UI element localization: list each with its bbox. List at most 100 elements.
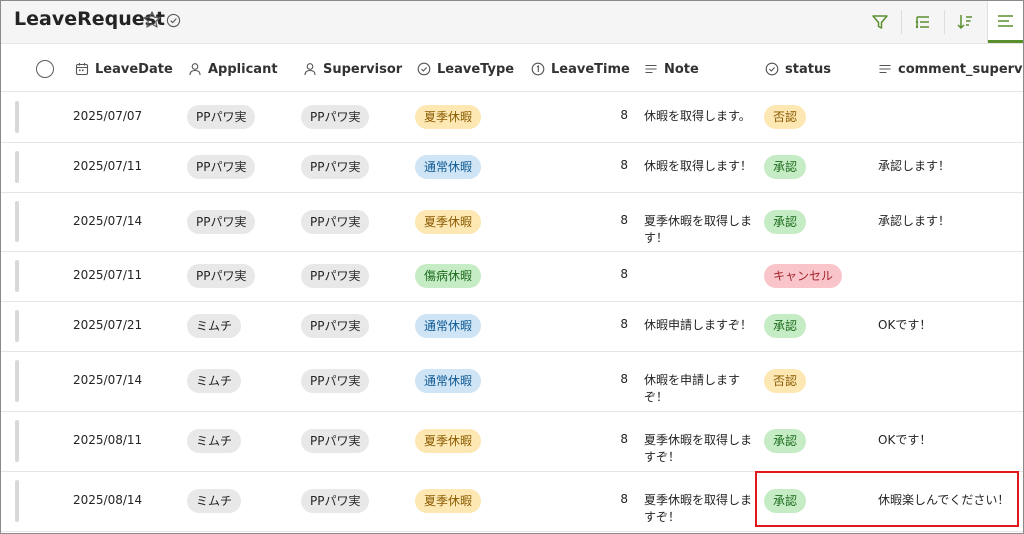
- favorite-star-icon[interactable]: [142, 10, 162, 30]
- leavetype-badge: 通常休暇: [415, 314, 482, 338]
- row-selector[interactable]: [15, 151, 19, 183]
- cell-leavedate: 2025/08/11: [73, 433, 143, 447]
- column-header-comment-supervisor[interactable]: comment_supervisor: [878, 47, 1023, 91]
- supervisor-chip[interactable]: PPパワ実: [301, 210, 370, 234]
- column-label: Applicant: [208, 61, 278, 77]
- applicant-chip[interactable]: PPパワ実: [187, 105, 256, 129]
- cell-note: 休暇を取得します！: [644, 159, 753, 173]
- table-row[interactable]: 2025/07/11 PPパワ実 PPパワ実 通常休暇 8 休暇を取得します！ 承認 承認しま…: [1, 142, 1023, 193]
- toolbar-divider: [944, 10, 945, 34]
- column-label: Note: [664, 61, 699, 77]
- cell-leavedate: 2025/07/07: [73, 109, 143, 123]
- applicant-chip[interactable]: ミムチ: [187, 314, 242, 338]
- status-badge: 承認: [764, 155, 807, 179]
- leavetype-badge: 通常休暇: [415, 369, 482, 393]
- row-selector[interactable]: [15, 310, 19, 342]
- leavetype-badge: 夏季休暇: [415, 105, 482, 129]
- applicant-chip[interactable]: ミムチ: [187, 369, 242, 393]
- column-label: comment_supervisor: [898, 61, 1023, 77]
- filter-button[interactable]: [866, 8, 894, 36]
- toolbar-divider: [901, 10, 902, 34]
- applicant-chip[interactable]: ミムチ: [187, 489, 242, 513]
- supervisor-chip[interactable]: PPパワ実: [301, 105, 370, 129]
- column-header-supervisor[interactable]: Supervisor: [303, 47, 402, 91]
- row-selector[interactable]: [15, 101, 19, 133]
- status-badge: 承認: [764, 429, 807, 453]
- view-list-button[interactable]: [987, 1, 1023, 43]
- leavetype-badge: 夏季休暇: [415, 210, 482, 234]
- supervisor-chip[interactable]: PPパワ実: [301, 429, 370, 453]
- applicant-chip[interactable]: PPパワ実: [187, 155, 256, 179]
- row-selector[interactable]: [15, 360, 19, 402]
- app-frame: LeaveRequest LeaveDate Applicant Supervi…: [0, 0, 1024, 534]
- column-label: status: [785, 61, 831, 77]
- cell-comment-supervisor: OKです！: [878, 318, 932, 332]
- supervisor-chip[interactable]: PPパワ実: [301, 369, 370, 393]
- table-row[interactable]: 2025/07/21 ミムチ PPパワ実 通常休暇 8 休暇申請しますぞ！ 承認 OKです！: [1, 301, 1023, 352]
- cell-leavedate: 2025/08/14: [73, 493, 143, 507]
- cell-note: 夏季休暇を取得しますぞ！: [644, 493, 753, 524]
- status-badge: 否認: [764, 369, 807, 393]
- column-label: Supervisor: [323, 61, 403, 77]
- group-icon: [915, 16, 929, 29]
- text-icon: [645, 64, 657, 74]
- supervisor-chip[interactable]: PPパワ実: [301, 264, 370, 288]
- row-selector[interactable]: [15, 420, 19, 462]
- calendar-icon: [75, 63, 89, 76]
- cell-leavetime: 8: [620, 213, 628, 227]
- cell-leavetime: 8: [620, 158, 628, 172]
- cell-note: 休暇を申請しますぞ！: [644, 373, 741, 404]
- choice-icon: [417, 62, 431, 76]
- table-row[interactable]: 2025/07/07 PPパワ実 PPパワ実 夏季休暇 8 休暇を取得します。 否認: [1, 92, 1023, 143]
- cell-leavetime: 8: [620, 317, 628, 331]
- column-header-applicant[interactable]: Applicant: [188, 47, 278, 91]
- column-header-note[interactable]: Note: [644, 47, 699, 91]
- person-icon: [189, 63, 201, 76]
- column-header-status[interactable]: status: [765, 47, 831, 91]
- table-row[interactable]: 2025/07/11 PPパワ実 PPパワ実 傷病休暇 8 キャンセル: [1, 251, 1023, 302]
- leavetype-badge: 通常休暇: [415, 155, 482, 179]
- filter-icon: [872, 15, 888, 29]
- top-bar: LeaveRequest: [1, 1, 1023, 44]
- cell-leavetime: 8: [620, 492, 628, 506]
- cell-comment-supervisor: 承認します！: [878, 214, 951, 228]
- group-button[interactable]: [909, 8, 937, 36]
- column-header-leavetype[interactable]: LeaveType: [417, 47, 514, 91]
- sort-button[interactable]: [951, 8, 979, 36]
- leavetype-badge: 夏季休暇: [415, 489, 482, 513]
- cell-leavedate: 2025/07/11: [73, 159, 143, 173]
- column-label: LeaveDate: [95, 61, 173, 77]
- supervisor-chip[interactable]: PPパワ実: [301, 314, 370, 338]
- grid-header: LeaveDate Applicant Supervisor LeaveType: [1, 47, 1023, 92]
- supervisor-chip[interactable]: PPパワ実: [301, 155, 370, 179]
- column-header-leavetime[interactable]: LeaveTime: [531, 47, 630, 91]
- column-header-leavedate[interactable]: LeaveDate: [75, 47, 173, 91]
- leavetype-badge: 傷病休暇: [415, 264, 482, 288]
- cell-leavedate: 2025/07/21: [73, 318, 143, 332]
- number-icon: [531, 62, 545, 76]
- cell-comment-supervisor: 承認します！: [878, 159, 951, 173]
- table-row[interactable]: 2025/07/14 PPパワ実 PPパワ実 夏季休暇 8 夏季休暇を取得します！ 承認 承認…: [1, 192, 1023, 252]
- cell-leavedate: 2025/07/14: [73, 373, 143, 387]
- choice-icon: [765, 62, 779, 76]
- supervisor-chip[interactable]: PPパワ実: [301, 489, 370, 513]
- person-icon: [304, 63, 316, 76]
- row-selector[interactable]: [15, 480, 19, 522]
- cell-note: 夏季休暇を取得します！: [644, 214, 753, 245]
- select-all-checkbox[interactable]: [36, 60, 54, 78]
- cell-leavetime: 8: [620, 267, 628, 281]
- table-row[interactable]: 2025/07/14 ミムチ PPパワ実 通常休暇 8 休暇を申請しますぞ！ 否認: [1, 351, 1023, 412]
- cell-leavedate: 2025/07/11: [73, 268, 143, 282]
- status-badge: 承認: [764, 314, 807, 338]
- table-row[interactable]: 2025/08/11 ミムチ PPパワ実 夏季休暇 8 夏季休暇を取得しますぞ！ 承認 OKで…: [1, 411, 1023, 472]
- active-view-indicator: [988, 40, 1023, 43]
- cell-note: 夏季休暇を取得しますぞ！: [644, 433, 753, 464]
- applicant-chip[interactable]: ミムチ: [187, 429, 242, 453]
- row-selector[interactable]: [15, 201, 19, 242]
- cell-note: 休暇を取得します。: [644, 109, 751, 123]
- applicant-chip[interactable]: PPパワ実: [187, 210, 256, 234]
- check-circle-icon: [166, 13, 181, 28]
- row-selector[interactable]: [15, 260, 19, 292]
- applicant-chip[interactable]: PPパワ実: [187, 264, 256, 288]
- column-label: LeaveTime: [551, 61, 630, 77]
